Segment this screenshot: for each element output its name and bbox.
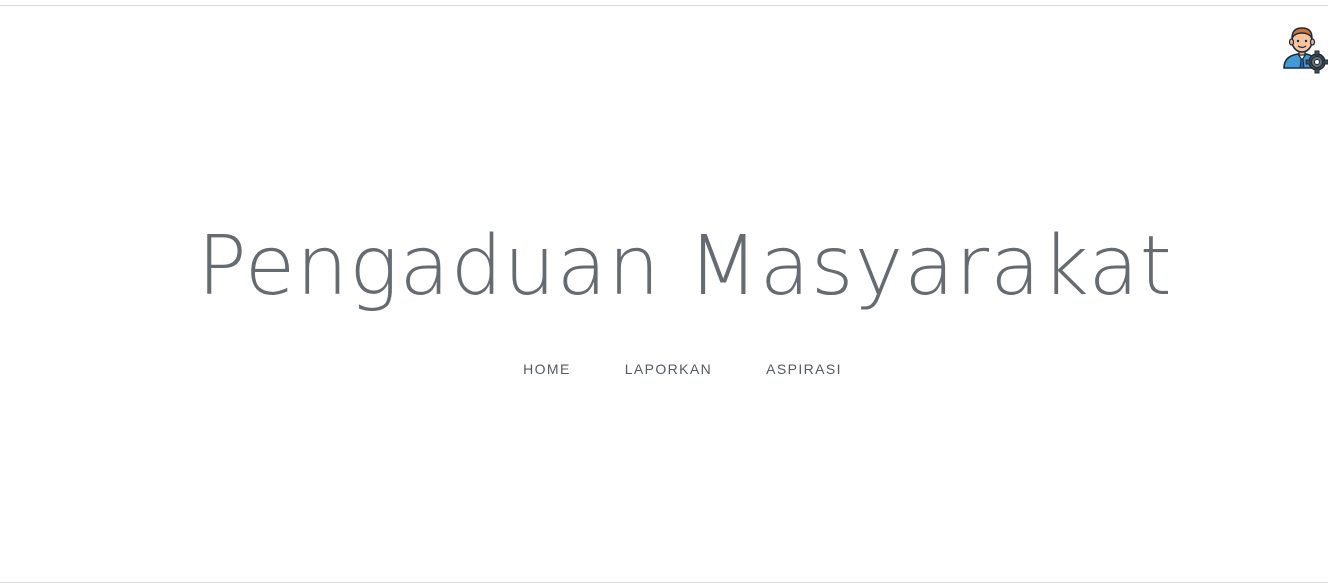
page: Pengaduan Masyarakat HOME LAPORKAN ASPIR… (0, 5, 1328, 583)
avatar-svg (1283, 27, 1328, 74)
main-nav: HOME LAPORKAN ASPIRASI (0, 357, 1328, 381)
nav-item-aspirasi[interactable]: ASPIRASI (739, 357, 869, 381)
nav-item-home[interactable]: HOME (496, 357, 598, 381)
admin-settings-avatar-icon[interactable] (1278, 24, 1328, 74)
page-title: Pengaduan Masyarakat (197, 219, 1173, 314)
nav-item-laporkan[interactable]: LAPORKAN (598, 357, 739, 381)
